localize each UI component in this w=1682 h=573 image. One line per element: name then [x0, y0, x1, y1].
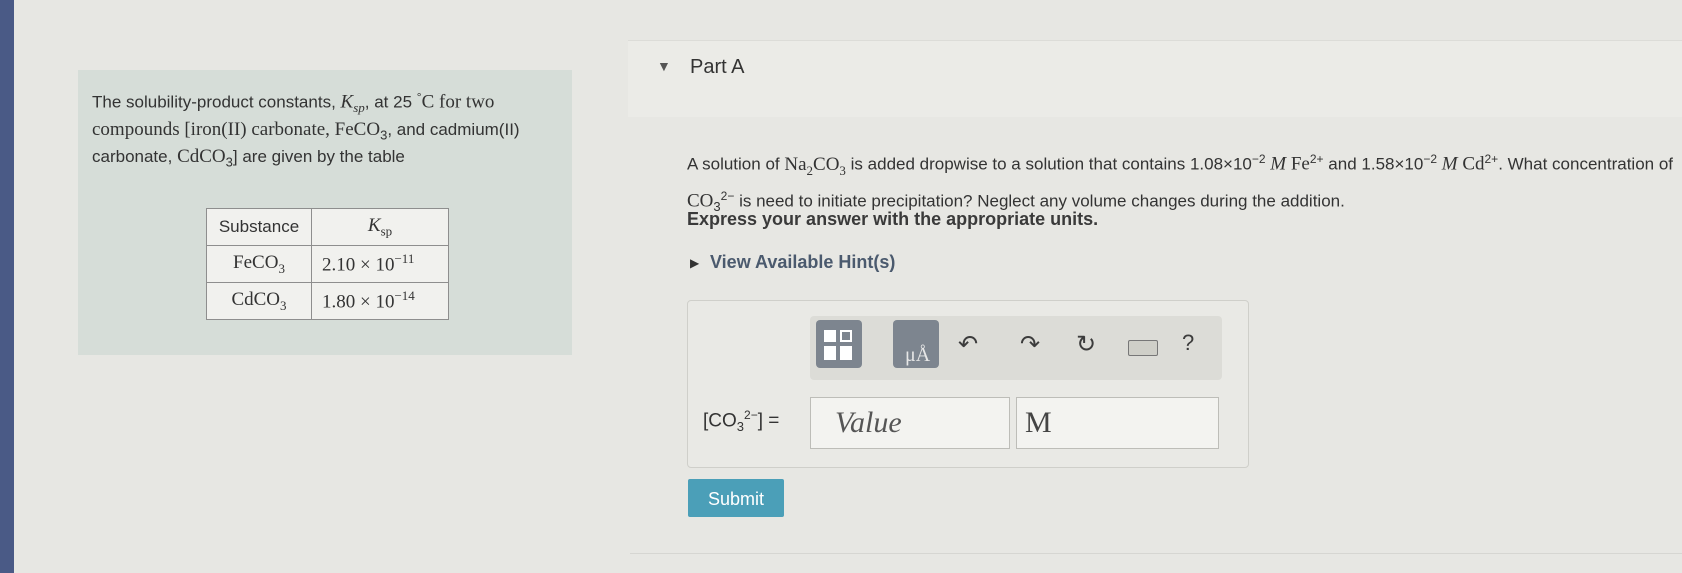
hint-expand-icon[interactable]: ▶	[690, 256, 699, 270]
ksp-mantissa: 1.80 × 10	[322, 291, 395, 313]
redo-icon[interactable]: ↷	[1020, 330, 1040, 359]
header-ksp: Ksp	[311, 208, 449, 246]
ksp-mantissa: 2.10 × 10	[322, 254, 395, 276]
view-hints-link[interactable]: View Available Hint(s)	[710, 252, 895, 273]
templates-icon[interactable]	[816, 320, 862, 368]
table-row: CdCO3 1.80 × 10−14	[206, 282, 449, 320]
collapse-caret-icon[interactable]: ▼	[657, 58, 671, 74]
answer-label-close: ] =	[757, 410, 780, 432]
fe-concentration: 1.08×10	[1189, 154, 1252, 174]
undo-icon[interactable]: ↶	[958, 330, 978, 359]
help-icon[interactable]: ?	[1182, 330, 1194, 356]
answer-label-open: [CO	[703, 410, 737, 432]
header-ksp-subscript: sp	[380, 223, 393, 239]
intro-text-2: , at 25	[364, 92, 413, 112]
cd-concentration-exponent: −2	[1423, 152, 1438, 166]
formula-subscript: 3	[278, 260, 285, 276]
answer-label-subscript: 3	[736, 419, 745, 435]
header-substance: Substance	[206, 208, 312, 246]
formula-text: CdCO	[231, 288, 281, 310]
fe-ion-charge: 2+	[1309, 152, 1324, 166]
ksp-exponent: −14	[394, 288, 415, 304]
answer-label: [CO32−] =	[703, 408, 779, 434]
question-text-2: is added dropwise to a solution that con…	[850, 154, 1186, 174]
ksp-subscript: sp	[353, 100, 365, 116]
formula-subscript: 3	[280, 297, 287, 313]
table-cell-formula: CdCO3	[206, 282, 312, 320]
na2co3-part-c: CO	[813, 153, 840, 175]
formula-text: FeCO	[233, 251, 279, 273]
na2co3-part-a: Na	[784, 153, 807, 175]
cdco3-formula: CdCO	[177, 146, 226, 168]
window-edge	[0, 0, 14, 573]
part-header[interactable]	[628, 40, 1682, 117]
table-cell-formula: FeCO3	[206, 245, 312, 283]
cd-ion-charge: 2+	[1484, 152, 1499, 166]
intro-text-5: ] are given by the table	[232, 147, 405, 167]
table-header-row: Substance Ksp	[206, 208, 449, 246]
cd-ion: Cd	[1462, 153, 1485, 175]
unit-input[interactable]: M	[1016, 397, 1219, 449]
header-ksp-symbol: K	[367, 214, 381, 236]
molar-unit: M	[1441, 153, 1458, 175]
table-cell-ksp: 1.80 × 10−14	[311, 282, 449, 320]
info-panel: The solubility-product constants, Ksp, a…	[78, 70, 572, 355]
instruction-text: Express your answer with the appropriate…	[687, 209, 1099, 229]
table-cell-ksp: 2.10 × 10−11	[311, 245, 449, 283]
fe-concentration-exponent: −2	[1251, 152, 1266, 166]
ksp-table: Substance Ksp FeCO3 2.10 × 10−11 CdCO3 1…	[206, 208, 449, 320]
cdco3-subscript: 3	[225, 154, 233, 170]
intro-text: The solubility-product constants, Ksp, a…	[92, 86, 532, 174]
question-text-3: and	[1328, 154, 1357, 174]
fe-ion: Fe	[1290, 153, 1310, 175]
ksp-symbol: K	[340, 91, 354, 113]
intro-text-1: The solubility-product constants,	[92, 92, 336, 112]
units-button-label: μÅ	[905, 344, 931, 366]
ksp-exponent: −11	[394, 251, 415, 267]
units-icon[interactable]: μÅ	[893, 320, 939, 368]
keyboard-icon[interactable]	[1128, 340, 1158, 356]
table-row: FeCO3 2.10 × 10−11	[206, 245, 449, 283]
reset-icon[interactable]: ↻	[1076, 330, 1096, 359]
answer-label-charge: 2−	[744, 408, 758, 422]
molar-unit: M	[1270, 153, 1287, 175]
na2co3-part-d: 3	[839, 162, 846, 178]
cd-concentration: 1.58×10	[1361, 154, 1424, 174]
divider	[630, 553, 1682, 554]
part-title[interactable]: Part A	[690, 56, 744, 79]
math-toolbar: μÅ ↶ ↷ ↻ ?	[810, 316, 1222, 380]
na2co3-formula: Na2CO3	[784, 153, 846, 178]
co3-charge: 2−	[720, 189, 735, 204]
value-input[interactable]: Value	[810, 397, 1010, 449]
submit-button[interactable]: Submit	[688, 479, 784, 517]
feco3-formula: FeCO	[334, 119, 381, 141]
question-text-1: A solution of	[687, 154, 780, 174]
question-text-4: . What concentration of	[1498, 154, 1674, 174]
